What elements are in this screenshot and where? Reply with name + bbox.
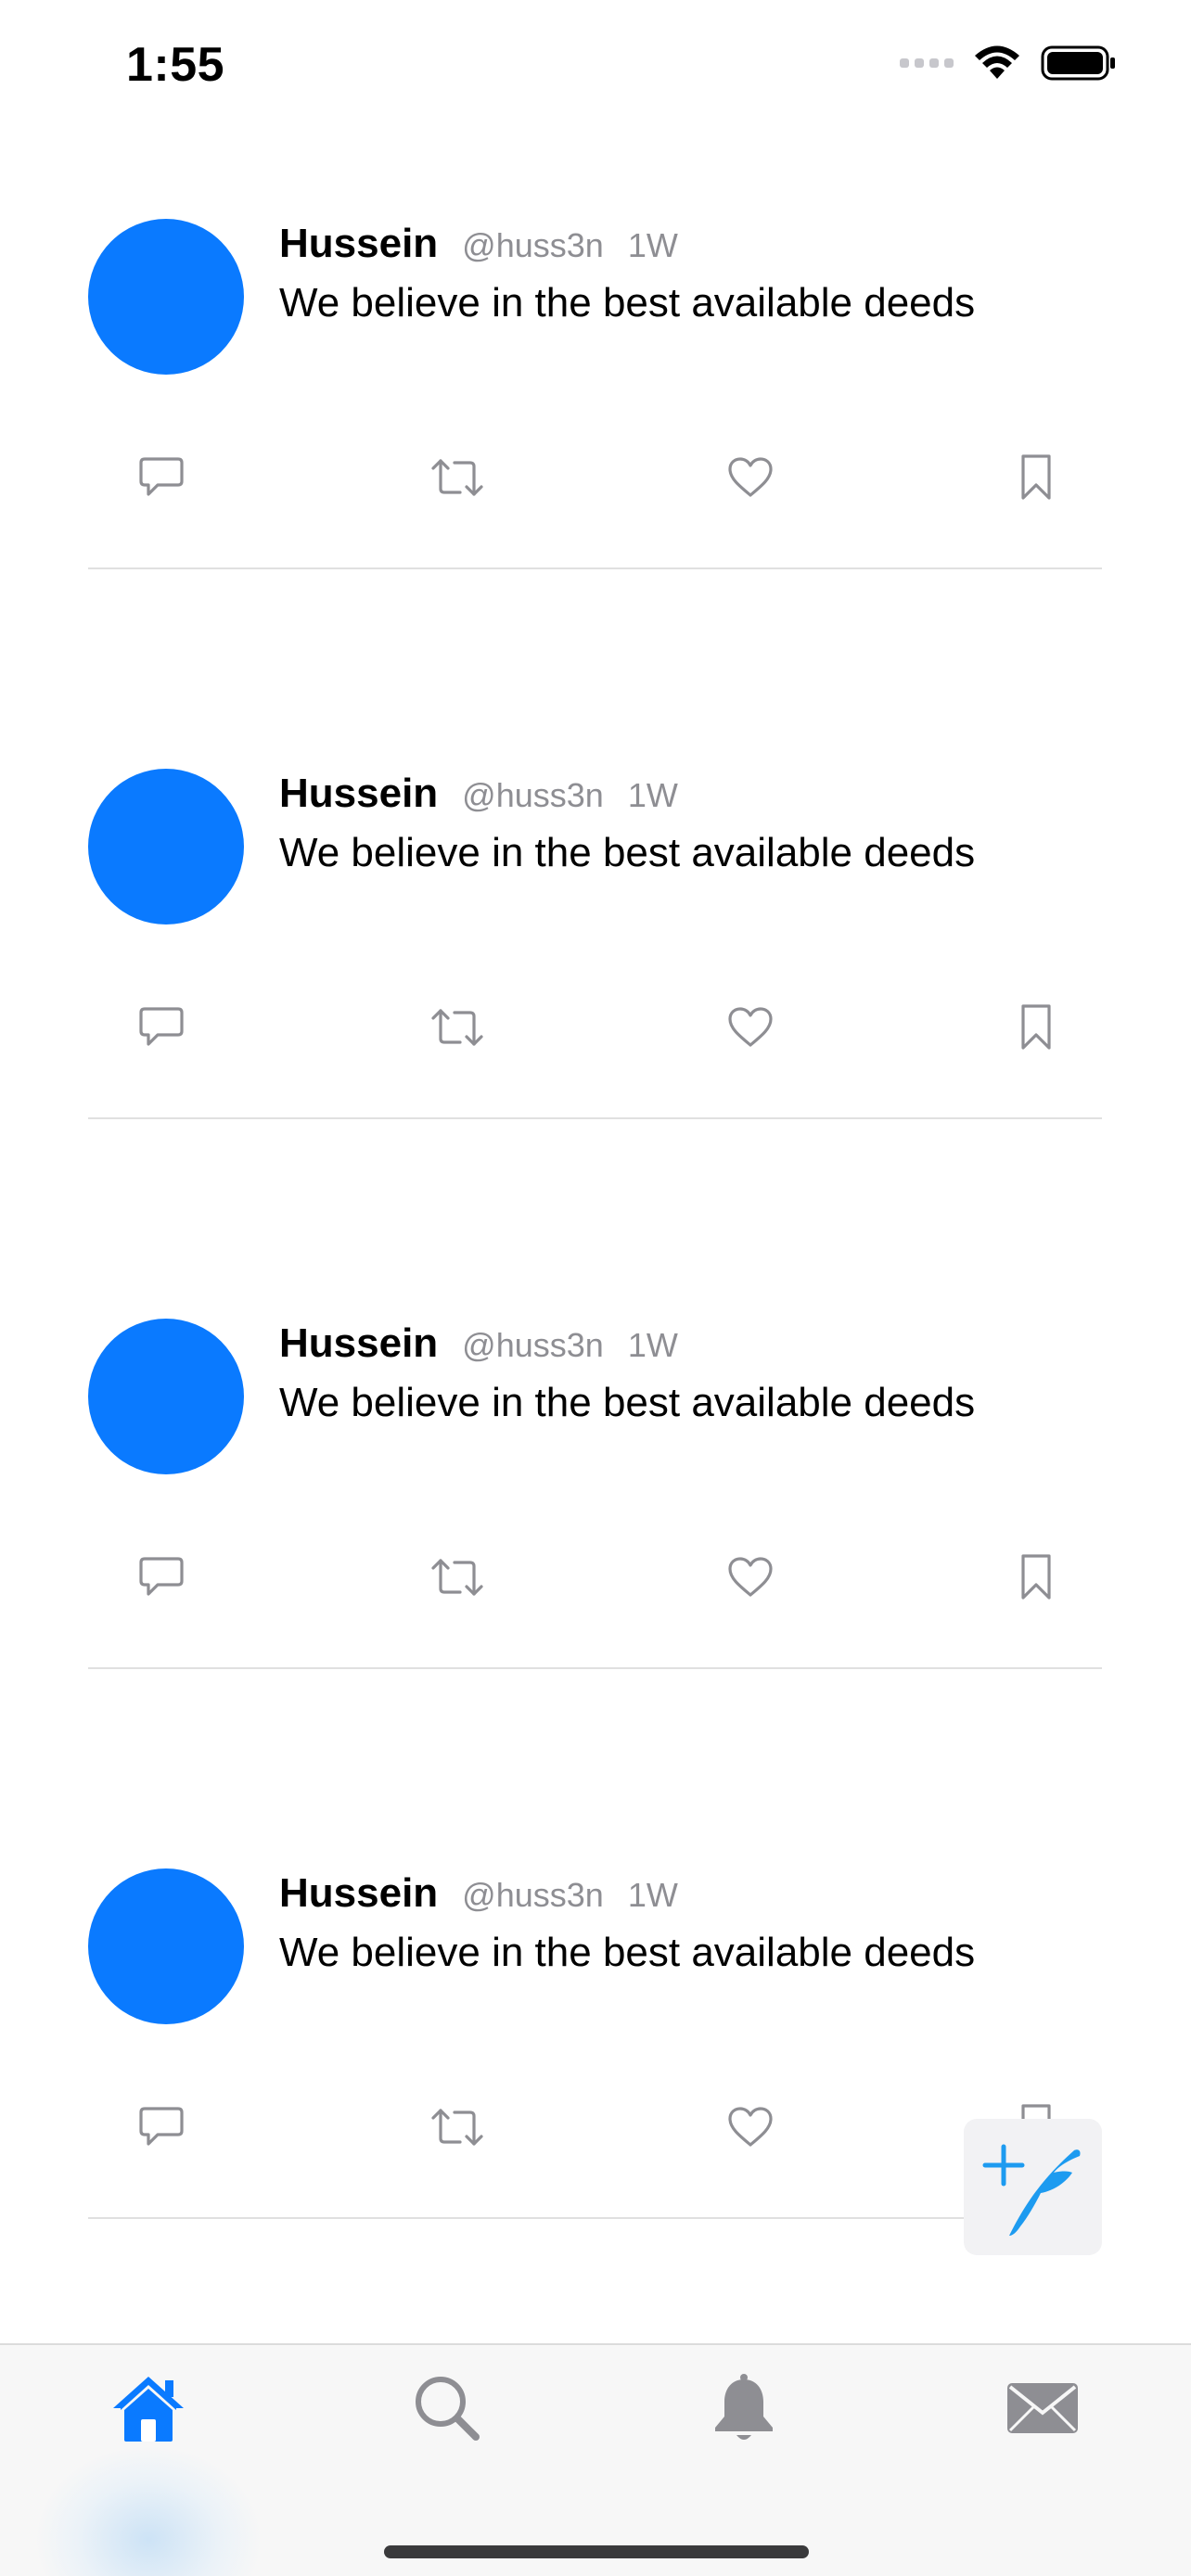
tweet-author-handle: @huss3n xyxy=(462,776,604,814)
bookmark-icon xyxy=(1021,454,1051,500)
tweet-timestamp: 1W xyxy=(627,776,678,814)
tweet-divider xyxy=(88,567,1102,569)
tweet-timestamp: 1W xyxy=(627,226,678,264)
tweet-author-name: Hussein xyxy=(279,771,439,816)
retweet-icon xyxy=(431,1559,483,1596)
tweet-cell[interactable]: Hussein @huss3n 1W We believe in the bes… xyxy=(0,1230,1191,1779)
bookmark-button[interactable] xyxy=(1004,1545,1069,1610)
tweet-header: Hussein @huss3n 1W xyxy=(279,1870,678,1917)
retweet-button[interactable] xyxy=(425,995,490,1060)
retweet-button[interactable] xyxy=(425,1545,490,1610)
tab-selection-glow xyxy=(37,2447,260,2576)
status-icons xyxy=(900,45,1117,82)
tweet-author-handle: @huss3n xyxy=(462,1876,604,1914)
tweet-text: We believe in the best available deeds xyxy=(279,1930,976,1975)
like-icon xyxy=(728,2107,773,2147)
tweet-cell[interactable]: Hussein @huss3n 1W We believe in the bes… xyxy=(0,680,1191,1230)
battery-icon xyxy=(1041,45,1115,81)
retweet-icon xyxy=(431,2109,483,2146)
compose-quill-icon xyxy=(982,2144,1081,2236)
tweet-timestamp: 1W xyxy=(627,1326,678,1364)
tweet-divider xyxy=(88,2217,1102,2219)
cellular-signal-icon xyxy=(900,58,954,68)
search-icon xyxy=(416,2377,480,2441)
reply-button[interactable] xyxy=(129,995,194,1060)
retweet-button[interactable] xyxy=(425,2095,490,2160)
retweet-button[interactable] xyxy=(425,445,490,510)
avatar[interactable] xyxy=(88,1319,244,1474)
bookmark-button[interactable] xyxy=(1004,445,1069,510)
home-indicator xyxy=(384,2545,809,2558)
tweet-text: We believe in the best available deeds xyxy=(279,830,976,875)
avatar[interactable] xyxy=(88,219,244,375)
like-button[interactable] xyxy=(718,2095,783,2160)
bookmark-icon xyxy=(1021,1004,1051,1050)
tab-home[interactable] xyxy=(102,2362,195,2455)
reply-icon xyxy=(139,2107,184,2146)
tweet-header: Hussein @huss3n 1W xyxy=(279,771,678,817)
compose-tweet-button[interactable] xyxy=(964,2119,1102,2255)
tab-bar xyxy=(0,2343,1191,2576)
tweet-cell[interactable]: Hussein @huss3n 1W We believe in the bes… xyxy=(0,130,1191,680)
tweet-divider xyxy=(88,1117,1102,1119)
like-icon xyxy=(728,457,773,497)
tweet-author-handle: @huss3n xyxy=(462,1326,604,1364)
tweet-author-handle: @huss3n xyxy=(462,226,604,264)
avatar[interactable] xyxy=(88,1868,244,2024)
like-icon xyxy=(728,1007,773,1047)
tweet-header: Hussein @huss3n 1W xyxy=(279,1320,678,1367)
tweet-divider xyxy=(88,1667,1102,1669)
like-button[interactable] xyxy=(718,995,783,1060)
reply-icon xyxy=(139,1007,184,1046)
tab-notifications[interactable] xyxy=(698,2362,790,2455)
like-button[interactable] xyxy=(718,445,783,510)
reply-icon xyxy=(139,1557,184,1596)
home-icon xyxy=(113,2377,184,2442)
wifi-icon xyxy=(975,45,1019,79)
reply-button[interactable] xyxy=(129,2095,194,2160)
bell-icon xyxy=(715,2374,773,2440)
avatar[interactable] xyxy=(88,769,244,925)
like-button[interactable] xyxy=(718,1545,783,1610)
tweet-author-name: Hussein xyxy=(279,221,439,266)
reply-button[interactable] xyxy=(129,1545,194,1610)
tweet-text: We believe in the best available deeds xyxy=(279,280,976,325)
tweet-timestamp: 1W xyxy=(627,1876,678,1914)
mail-icon xyxy=(1007,2383,1078,2433)
bookmark-button[interactable] xyxy=(1004,995,1069,1060)
tweet-header: Hussein @huss3n 1W xyxy=(279,221,678,267)
reply-icon xyxy=(139,457,184,496)
retweet-icon xyxy=(431,1009,483,1046)
retweet-icon xyxy=(431,459,483,496)
status-time: 1:55 xyxy=(126,38,225,92)
bookmark-icon xyxy=(1021,1554,1051,1600)
like-icon xyxy=(728,1557,773,1597)
reply-button[interactable] xyxy=(129,445,194,510)
tab-search[interactable] xyxy=(401,2362,493,2455)
screen: 1:55 Hussein @huss3n 1W We believe in th… xyxy=(0,0,1191,2576)
tweet-author-name: Hussein xyxy=(279,1320,439,1366)
status-bar: 1:55 xyxy=(0,0,1191,130)
tweet-text: We believe in the best available deeds xyxy=(279,1380,976,1425)
tab-messages[interactable] xyxy=(996,2362,1089,2455)
tweet-author-name: Hussein xyxy=(279,1870,439,1916)
